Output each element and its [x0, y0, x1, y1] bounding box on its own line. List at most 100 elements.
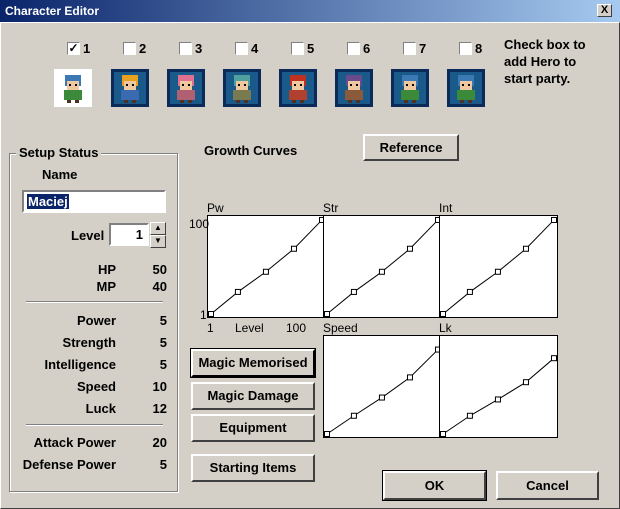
intelligence-value: 5 — [159, 357, 167, 372]
growth-curve-int[interactable] — [439, 215, 558, 318]
starting-items-button[interactable]: Starting Items — [191, 454, 315, 482]
party-hint-line: Check box to — [504, 37, 586, 52]
hero-portrait-8[interactable] — [447, 69, 485, 107]
hero-sprite-icon — [177, 75, 195, 103]
mp-label: MP — [96, 279, 117, 294]
curve-point[interactable] — [440, 311, 446, 317]
party-hint-line: add Hero to — [504, 54, 577, 69]
magic-memorised-button[interactable]: Magic Memorised — [190, 348, 316, 378]
party-checkbox-1[interactable]: ✓ — [67, 42, 80, 55]
curve-label: Lk — [439, 321, 452, 335]
growth-curve-speed[interactable] — [323, 335, 442, 438]
cancel-button[interactable]: Cancel — [496, 471, 599, 500]
party-checkbox-6[interactable] — [347, 42, 360, 55]
curve-point[interactable] — [324, 311, 330, 317]
reference-button[interactable]: Reference — [363, 134, 459, 161]
level-label: Level — [71, 228, 105, 243]
level-field[interactable]: 1 — [109, 223, 149, 246]
axis-ymax-label: 100 — [189, 217, 210, 231]
close-icon: X — [600, 4, 609, 16]
hero-sprite-icon — [457, 75, 475, 103]
party-checkbox-5[interactable] — [291, 42, 304, 55]
curve-point[interactable] — [350, 412, 357, 419]
level-field-value: 1 — [135, 227, 143, 242]
hero-portrait-6[interactable] — [335, 69, 373, 107]
party-checkbox-7[interactable] — [403, 42, 416, 55]
curve-plot — [440, 355, 557, 437]
curve-point[interactable] — [234, 288, 241, 295]
curve-point[interactable] — [494, 396, 501, 403]
name-field[interactable]: Maciej — [22, 190, 166, 213]
luck-label: Luck — [85, 401, 116, 416]
curve-point[interactable] — [466, 412, 473, 419]
growth-curves-title: Growth Curves — [204, 143, 298, 158]
curve-point[interactable] — [208, 311, 214, 317]
curve-plot — [440, 216, 557, 317]
curve-point[interactable] — [494, 268, 501, 275]
equipment-button[interactable]: Equipment — [191, 414, 315, 442]
power-label: Power — [76, 313, 116, 328]
hero-portrait-2[interactable] — [111, 69, 149, 107]
curve-line — [326, 219, 439, 315]
magic-damage-label: Magic Damage — [207, 388, 299, 403]
party-checkbox-label: 1 — [83, 41, 91, 56]
curve-line — [442, 219, 555, 315]
cancel-label: Cancel — [526, 478, 569, 493]
level-down-button[interactable]: ▼ — [150, 235, 166, 248]
mp-value: 40 — [152, 279, 167, 294]
hero-portrait-5[interactable] — [279, 69, 317, 107]
ok-label: OK — [424, 478, 445, 493]
hero-portrait-7[interactable] — [391, 69, 429, 107]
close-button[interactable]: X — [597, 4, 612, 17]
ok-button[interactable]: OK — [382, 470, 487, 501]
power-value: 5 — [159, 313, 167, 328]
party-checkbox-8[interactable] — [459, 42, 472, 55]
intelligence-label: Intelligence — [44, 357, 116, 372]
party-checkbox-3[interactable] — [179, 42, 192, 55]
strength-value: 5 — [159, 335, 167, 350]
hero-portrait-1[interactable] — [54, 69, 92, 107]
hp-label: HP — [97, 262, 116, 277]
magic-damage-button[interactable]: Magic Damage — [191, 382, 315, 410]
party-checkbox-label: 8 — [475, 41, 483, 56]
curve-label: Int — [439, 201, 453, 215]
growth-curve-lk[interactable] — [439, 335, 558, 438]
hero-sprite-icon — [121, 75, 139, 103]
curve-point[interactable] — [551, 355, 557, 362]
party-hint-line: start party. — [504, 71, 571, 86]
curve-point[interactable] — [406, 245, 413, 252]
party-checkbox-2[interactable] — [123, 42, 136, 55]
hero-sprite-icon — [345, 75, 363, 103]
party-checkbox-label: 3 — [195, 41, 203, 56]
curve-point[interactable] — [440, 431, 446, 437]
curve-label: Speed — [323, 321, 358, 335]
curve-point[interactable] — [262, 268, 269, 275]
curve-point[interactable] — [290, 245, 297, 252]
party-checkbox-label: 6 — [363, 41, 371, 56]
level-up-button[interactable]: ▲ — [150, 222, 166, 235]
curve-point[interactable] — [406, 374, 413, 381]
axis-x-label: Level — [235, 321, 264, 335]
curve-point[interactable] — [551, 216, 557, 223]
equipment-label: Equipment — [219, 420, 287, 435]
curve-point[interactable] — [350, 288, 357, 295]
hero-portrait-4[interactable] — [223, 69, 261, 107]
curve-point[interactable] — [378, 268, 385, 275]
party-checkbox-label: 4 — [251, 41, 259, 56]
speed-label: Speed — [76, 379, 116, 394]
name-field-value: Maciej — [27, 194, 69, 209]
hero-portrait-3[interactable] — [167, 69, 205, 107]
defense-power-value: 5 — [159, 457, 167, 472]
curve-point[interactable] — [378, 394, 385, 401]
curve-plot — [208, 216, 325, 317]
curve-point[interactable] — [522, 245, 529, 252]
curve-point[interactable] — [324, 431, 330, 437]
defense-power-label: Defense Power — [22, 457, 116, 472]
growth-curve-str[interactable] — [323, 215, 442, 318]
curve-point[interactable] — [522, 379, 529, 386]
curve-plot — [324, 346, 441, 437]
window-title: Character Editor — [5, 4, 100, 18]
curve-point[interactable] — [466, 288, 473, 295]
growth-curve-pw[interactable] — [207, 215, 326, 318]
party-checkbox-4[interactable] — [235, 42, 248, 55]
